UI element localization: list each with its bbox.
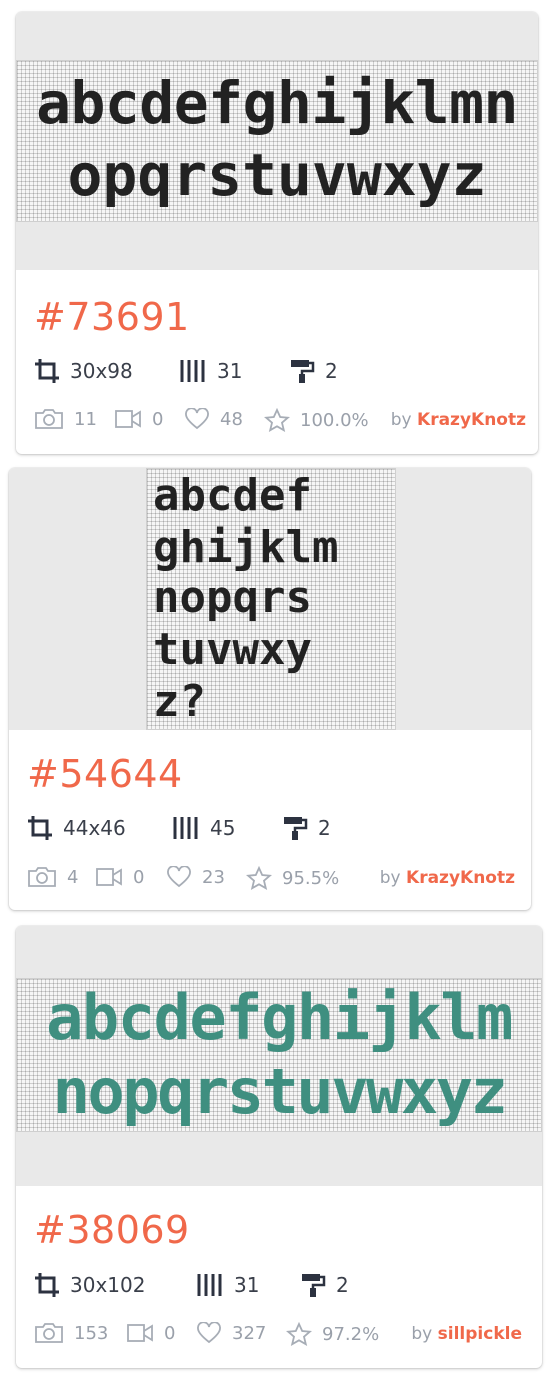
by-label: by (379, 868, 401, 888)
colors-stat: 2 (300, 1272, 349, 1298)
photos-count: 153 (74, 1322, 109, 1344)
pattern-thumbnail[interactable]: abcdefghijklm nopqrstuvwxyz (16, 926, 542, 1186)
pattern-text-line: z? (153, 676, 206, 727)
size-value: 30x98 (70, 359, 133, 383)
pattern-thumbnail[interactable]: abcdef ghijklm nopqrs tuvwxy z? (9, 468, 531, 730)
pattern-card[interactable]: abcdef ghijklm nopqrs tuvwxy z? #54644 4… (9, 468, 531, 910)
pattern-stats-row: 30x98 31 2 (16, 358, 538, 388)
colors-value: 2 (318, 816, 331, 840)
pattern-stats-row: 44x46 45 2 (9, 815, 531, 845)
pattern-text-line: tuvwxy (153, 624, 312, 675)
author-link[interactable]: sillpickle (438, 1324, 522, 1344)
pattern-meta-row: 153 0 327 97.2% by sillpickle (16, 1322, 542, 1352)
author-byline: by sillpickle (411, 1324, 522, 1344)
colors-stat: 2 (289, 358, 338, 384)
colors-value: 2 (336, 1273, 349, 1297)
pattern-text-line: abcdefghijklm (46, 981, 513, 1054)
camera-icon (35, 409, 63, 429)
pattern-text-line: opqrstuvwxyz (67, 141, 487, 209)
star-icon (246, 866, 272, 890)
size-stat: 30x98 (34, 358, 133, 384)
heart-icon (167, 866, 191, 888)
pattern-text-line: ghijklm (153, 522, 339, 573)
by-label: by (390, 410, 412, 430)
likes-stat[interactable]: 48 (184, 408, 243, 430)
paint-roller-icon (302, 1274, 326, 1297)
videos-stat: 0 (95, 866, 144, 888)
star-icon (264, 408, 290, 432)
heart-icon (197, 1322, 221, 1344)
likes-stat[interactable]: 327 (196, 1322, 266, 1344)
photos-stat: 4 (27, 866, 78, 888)
star-icon (286, 1322, 312, 1346)
likes-stat[interactable]: 23 (166, 866, 225, 888)
pattern-card[interactable]: abcdefghijklm nopqrstuvwxyz #38069 30x10… (16, 926, 542, 1368)
author-link[interactable]: KrazyKnotz (406, 868, 515, 888)
size-value: 44x46 (63, 816, 126, 840)
rating-stat: 95.5% (246, 866, 339, 890)
heart-icon (185, 408, 209, 430)
strands-icon (197, 1274, 222, 1296)
paint-roller-icon (284, 817, 308, 840)
author-link[interactable]: KrazyKnotz (417, 410, 526, 430)
pattern-thumbnail[interactable]: abcdefghijklmn opqrstuvwxyz (16, 12, 538, 270)
by-label: by (411, 1324, 433, 1344)
strands-icon (180, 360, 205, 382)
photos-count: 11 (74, 408, 97, 430)
strands-value: 45 (210, 816, 236, 840)
crop-icon (35, 1273, 59, 1297)
pattern-id[interactable]: #73691 (34, 295, 190, 339)
strands-icon (173, 817, 198, 839)
videos-count: 0 (152, 408, 164, 430)
rating-stat: 100.0% (264, 408, 369, 432)
videos-stat: 0 (114, 408, 163, 430)
photos-stat: 11 (34, 408, 97, 430)
likes-count: 48 (220, 408, 243, 430)
photos-count: 4 (67, 866, 79, 888)
author-byline: by KrazyKnotz (391, 410, 526, 430)
rating-value: 100.0% (300, 409, 369, 431)
size-stat: 30x102 (34, 1272, 145, 1298)
pattern-stats-row: 30x102 31 2 (16, 1272, 542, 1302)
rating-value: 95.5% (282, 867, 340, 889)
video-icon (115, 410, 141, 428)
pattern-meta-row: 4 0 23 95.5% by KrazyKnotz (9, 866, 531, 896)
pattern-meta-row: 11 0 48 100.0% by KrazyKnotz (16, 408, 538, 438)
pattern-text-line: nopqrs (153, 572, 312, 623)
pattern-text-line: abcdefghijklmn (36, 69, 518, 137)
paint-roller-icon (291, 360, 315, 383)
colors-stat: 2 (282, 815, 331, 841)
size-stat: 44x46 (27, 815, 126, 841)
crop-icon (35, 359, 59, 383)
video-icon (127, 1324, 153, 1342)
size-value: 30x102 (70, 1273, 146, 1297)
pattern-preview[interactable]: abcdefghijklmn opqrstuvwxyz (16, 60, 538, 222)
rating-value: 97.2% (322, 1323, 380, 1345)
strands-value: 31 (217, 359, 243, 383)
videos-count: 0 (164, 1322, 176, 1344)
crop-icon (28, 816, 52, 840)
likes-count: 327 (232, 1322, 267, 1344)
pattern-text-line: abcdef (153, 470, 312, 521)
rating-stat: 97.2% (286, 1322, 379, 1346)
videos-stat: 0 (126, 1322, 175, 1344)
camera-icon (35, 1323, 63, 1343)
strands-stat: 31 (179, 358, 242, 384)
strands-stat: 45 (172, 815, 235, 841)
pattern-preview[interactable]: abcdef ghijklm nopqrs tuvwxy z? (146, 468, 396, 730)
pattern-id[interactable]: #38069 (34, 1208, 190, 1252)
pattern-text-line: nopqrstuvwxyz (52, 1055, 508, 1128)
video-icon (96, 868, 122, 886)
pattern-card[interactable]: abcdefghijklmn opqrstuvwxyz #73691 30x98… (16, 12, 538, 454)
colors-value: 2 (325, 359, 338, 383)
strands-stat: 31 (196, 1272, 259, 1298)
author-byline: by KrazyKnotz (380, 868, 515, 888)
pattern-preview[interactable]: abcdefghijklm nopqrstuvwxyz (16, 978, 542, 1132)
likes-count: 23 (202, 866, 225, 888)
pattern-id[interactable]: #54644 (27, 752, 183, 796)
camera-icon (28, 867, 56, 887)
videos-count: 0 (133, 866, 145, 888)
strands-value: 31 (234, 1273, 260, 1297)
photos-stat: 153 (34, 1322, 108, 1344)
